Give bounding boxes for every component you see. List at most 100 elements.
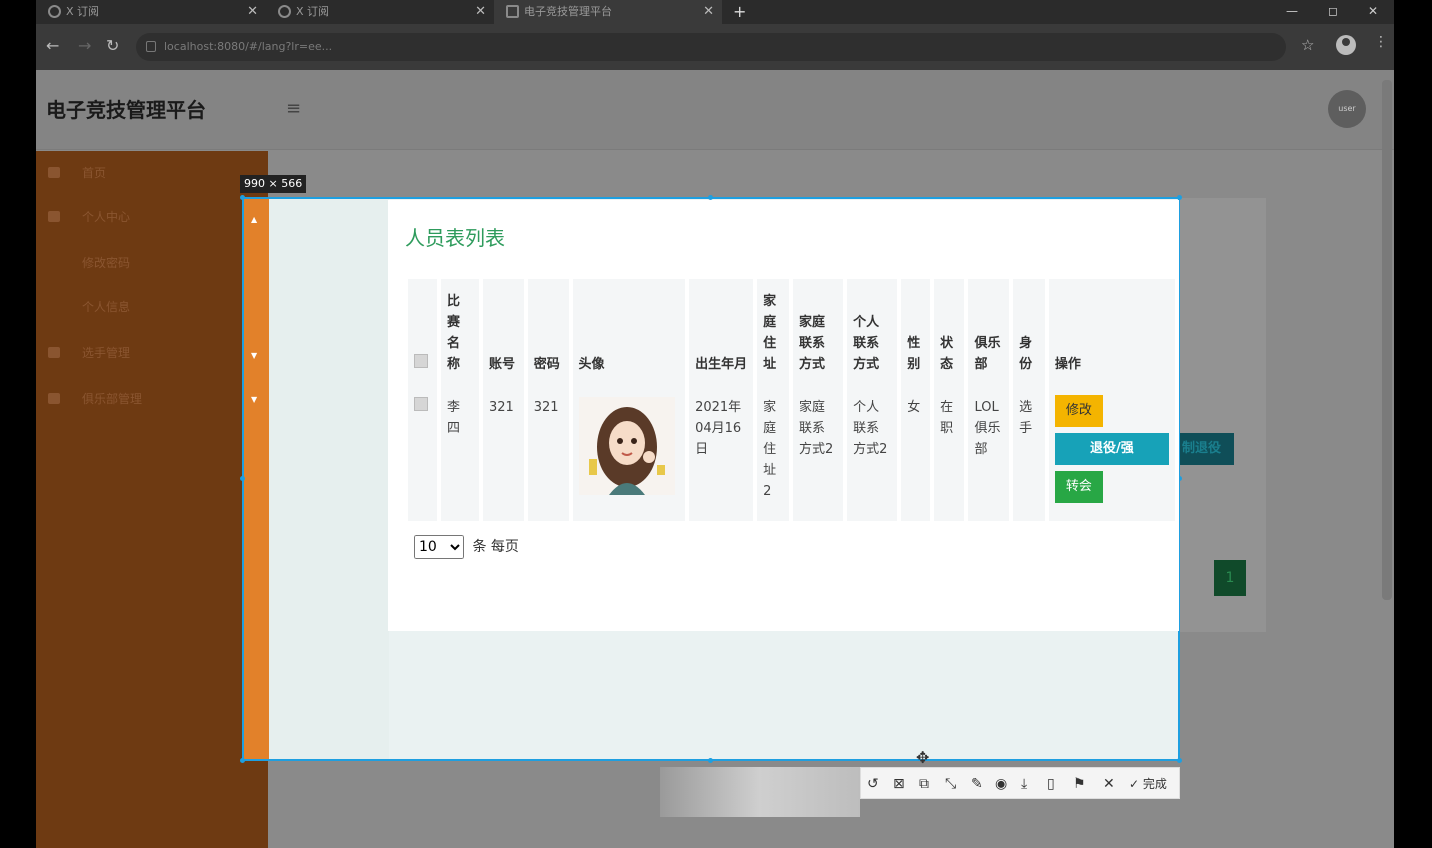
blurred-region xyxy=(660,767,860,817)
close-icon[interactable]: ✕ xyxy=(703,0,714,24)
cell-home-contact: 家庭联系方式2 xyxy=(793,383,844,521)
page-size-select[interactable]: 10 xyxy=(414,535,464,559)
sidebar-item-label: 选手管理 xyxy=(82,346,131,360)
minimize-button[interactable]: — xyxy=(1286,0,1298,24)
address-text: localhost:8080/#/lang?lr=ee... xyxy=(164,40,333,53)
chevron-up-icon: ▲ xyxy=(251,215,258,224)
forward-button[interactable]: → xyxy=(78,36,91,55)
app-header: 电子竞技管理平台 ≡ user xyxy=(36,70,1394,150)
close-icon[interactable]: ✕ xyxy=(475,0,486,24)
maximize-button[interactable]: ◻ xyxy=(1328,0,1338,24)
column-label: 俱乐部 xyxy=(974,336,1001,372)
outer-black-right xyxy=(1394,0,1432,848)
edit-button[interactable]: 修改 xyxy=(1054,395,1103,427)
globe-icon xyxy=(278,5,291,18)
column-label: 账号 xyxy=(489,357,516,372)
browser-tab-3[interactable]: 电子竞技管理平台 ✕ xyxy=(494,0,722,24)
resize-handle[interactable] xyxy=(1177,758,1182,763)
close-icon[interactable]: ✕ xyxy=(247,0,258,24)
tab-bar: X 订阅 ✕ X 订阅 ✕ 电子竞技管理平台 ✕ + — ◻ ✕ xyxy=(36,0,1394,24)
column-header: 头像 xyxy=(572,279,686,383)
app-title: 电子竞技管理平台 xyxy=(46,98,206,122)
move-icon[interactable]: ✥ xyxy=(916,748,929,767)
hamburger-icon[interactable]: ≡ xyxy=(286,98,301,119)
column-header: 操作 xyxy=(1048,279,1175,383)
back-button[interactable]: ← xyxy=(46,36,59,55)
cancel-icon[interactable]: ✕ xyxy=(1103,774,1115,794)
column-label: 身份 xyxy=(1019,336,1033,372)
pin-icon[interactable]: ✎ xyxy=(971,774,983,794)
resize-handle[interactable] xyxy=(240,195,245,200)
crop-icon[interactable]: ⊠ xyxy=(893,774,905,794)
sidebar-item-label: 首页 xyxy=(82,166,107,180)
row-checkbox[interactable] xyxy=(414,397,428,411)
resize-handle[interactable] xyxy=(708,758,713,763)
transfer-button[interactable]: 转会 xyxy=(1054,471,1103,503)
sidebar-item-label: 修改密码 xyxy=(82,256,131,270)
column-label: 密码 xyxy=(533,357,560,372)
page-scrollbar[interactable] xyxy=(1382,80,1392,600)
browser-tab-2[interactable]: X 订阅 ✕ xyxy=(266,0,494,24)
reload-button[interactable]: ↻ xyxy=(106,36,119,55)
card-title: 人员表列表 xyxy=(405,226,505,250)
cell-name: 李四 xyxy=(441,383,479,521)
tab-label: X 订阅 xyxy=(296,5,330,18)
cell-avatar xyxy=(572,383,686,521)
bookmark-star-icon[interactable]: ☆ xyxy=(1301,36,1314,54)
screenshot-toolbar: ↺ ⊠ ⧉ ⤡ ✎ ◉ ⤓ ▯ ⚑ ✕ ✓ 完成 xyxy=(860,767,1180,799)
chevron-down-icon: ▼ xyxy=(251,351,258,360)
expand-icon[interactable]: ⤡ xyxy=(945,774,956,794)
bookmark-icon[interactable]: ⚑ xyxy=(1073,774,1086,794)
page-icon xyxy=(506,5,519,18)
sidebar-item-password[interactable]: 修改密码 xyxy=(36,241,268,285)
person-table: 比赛名称 账号 密码 头像 出生年月 家庭住址 家庭联系方式 个人联系方式 性别… xyxy=(404,279,1179,521)
sidebar-item-label: 个人中心 xyxy=(82,210,131,224)
resize-handle[interactable] xyxy=(240,476,245,481)
undo-icon[interactable]: ↺ xyxy=(867,774,879,794)
address-row: ← → ↻ localhost:8080/#/lang?lr=ee... ☆ ⋮ xyxy=(36,24,1394,70)
phone-icon[interactable]: ▯ xyxy=(1047,774,1055,794)
cell-club: LOL俱乐部 xyxy=(968,383,1010,521)
sidebar-item-profile[interactable]: 个人信息 xyxy=(36,285,268,329)
content-gutter xyxy=(269,199,389,759)
copy-icon[interactable]: ⧉ xyxy=(919,774,929,794)
done-button[interactable]: ✓ 完成 xyxy=(1129,774,1167,794)
sidebar-item-players[interactable]: 选手管理 xyxy=(36,331,268,375)
record-icon[interactable]: ◉ xyxy=(995,774,1007,794)
sidebar-item-clubs[interactable]: 俱乐部管理 xyxy=(36,377,268,421)
outer-black-left xyxy=(0,0,36,848)
sidebar-item-label: 俱乐部管理 xyxy=(82,392,143,406)
browser-chrome: X 订阅 ✕ X 订阅 ✕ 电子竞技管理平台 ✕ + — ◻ ✕ ← → ↻ l… xyxy=(36,0,1394,70)
table-row: 李四 321 321 2021年04月16日 家庭住址2 家庭联系方式2 个人联… xyxy=(408,383,1175,521)
select-all-header xyxy=(408,279,438,383)
address-bar[interactable]: localhost:8080/#/lang?lr=ee... xyxy=(136,33,1286,61)
retire-button[interactable]: 退役/强 xyxy=(1054,433,1169,465)
globe-icon xyxy=(48,5,61,18)
select-all-checkbox[interactable] xyxy=(414,354,428,368)
new-tab-button[interactable]: + xyxy=(733,0,746,24)
column-header: 状态 xyxy=(934,279,965,383)
browser-tab-1[interactable]: X 订阅 ✕ xyxy=(36,0,266,24)
column-header: 比赛名称 xyxy=(441,279,479,383)
home-icon xyxy=(48,167,60,178)
sidebar-item-personal[interactable]: 个人中心 xyxy=(36,195,268,239)
profile-icon[interactable] xyxy=(1336,35,1356,55)
column-header: 家庭联系方式 xyxy=(793,279,844,383)
resize-handle[interactable] xyxy=(240,758,245,763)
more-menu-icon[interactable]: ⋮ xyxy=(1374,34,1388,50)
column-header: 性别 xyxy=(901,279,931,383)
column-label: 操作 xyxy=(1054,357,1081,372)
cell-actions: 修改 退役/强 转会 xyxy=(1048,383,1175,521)
avatar[interactable]: user xyxy=(1328,90,1366,128)
cell-password: 321 xyxy=(527,383,569,521)
column-label: 家庭联系方式 xyxy=(799,315,826,372)
cell-role: 选手 xyxy=(1013,383,1045,521)
tab-label: X 订阅 xyxy=(66,5,100,18)
window-close-button[interactable]: ✕ xyxy=(1368,0,1378,24)
column-header: 密码 xyxy=(527,279,569,383)
pagination-current[interactable]: 1 xyxy=(1214,560,1246,596)
column-header: 个人联系方式 xyxy=(847,279,898,383)
retire-button-overflow[interactable]: 制退役 xyxy=(1180,433,1234,465)
sidebar-item-home[interactable]: 首页 xyxy=(36,151,268,195)
download-icon[interactable]: ⤓ xyxy=(1021,774,1027,794)
